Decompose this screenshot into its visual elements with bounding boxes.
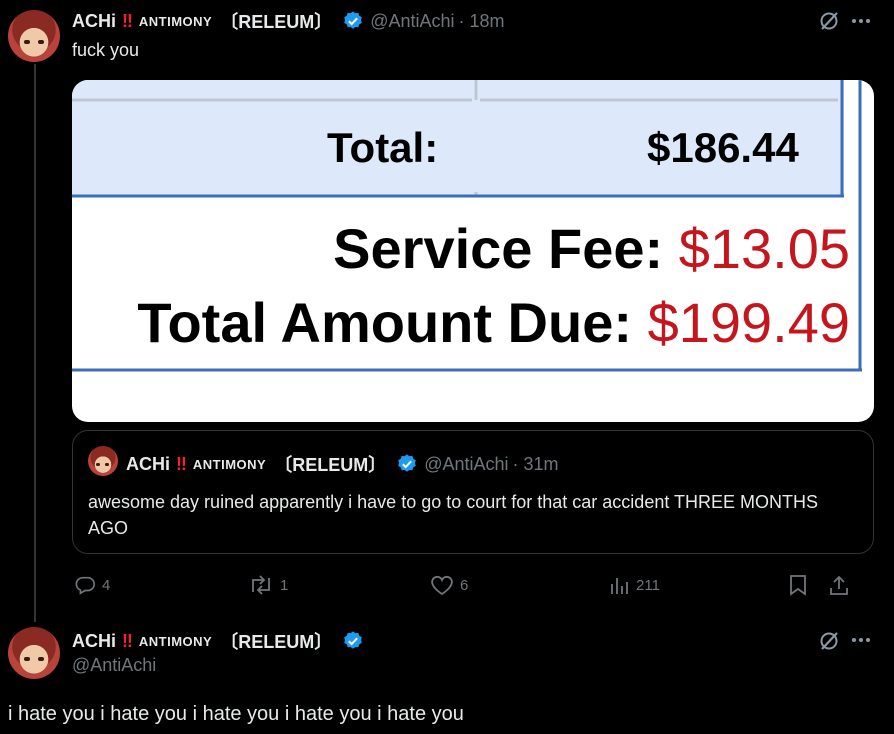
tweet-text: i hate you i hate you i hate you i hate …: [8, 703, 464, 725]
quote-handle: @AntiAchi: [424, 453, 509, 474]
more-icon[interactable]: [850, 633, 872, 647]
receipt-total-value: $186.44: [647, 124, 799, 171]
name-suffix: 〔RELEUM〕: [220, 632, 333, 652]
quote-name-suffix: 〔RELEUM〕: [274, 455, 387, 475]
grok-icon[interactable]: [818, 10, 840, 32]
receipt-total-label: Total:: [327, 124, 439, 171]
quote-display-name: ACHi: [126, 453, 170, 474]
quote-header: ACHi ‼ ANTIMONY 〔RELEUM〕 @AntiAchi · 31m: [126, 451, 559, 477]
service-fee-value: $13.05: [678, 217, 850, 280]
reply-count: 4: [102, 576, 111, 594]
quote-timestamp: · 31m: [512, 453, 559, 474]
verified-badge-icon[interactable]: [342, 10, 364, 32]
reply-button[interactable]: 4: [74, 574, 110, 596]
name-tag: ANTIMONY: [138, 13, 213, 29]
quote-text: awesome day ruined apparently i have to …: [88, 492, 819, 538]
repost-button[interactable]: 1: [248, 574, 288, 596]
receipt-service-fee: Service Fee: $13.05: [333, 216, 850, 281]
views-icon: [611, 578, 628, 594]
views-count: 211: [636, 576, 660, 594]
amount-due-value: $199.49: [647, 291, 850, 354]
name-suffix: 〔RELEUM〕: [220, 12, 333, 32]
avatar[interactable]: [8, 10, 60, 62]
receipt-amount-due: Total Amount Due: $199.49: [137, 290, 850, 355]
tweet-header: ACHi ‼ ANTIMONY 〔RELEUM〕: [72, 628, 364, 654]
double-exclamation-emoji: ‼: [122, 10, 133, 31]
reply-icon: [75, 576, 95, 595]
tweet-media-image[interactable]: Total: $186.44 Service Fee: $13.05 Total…: [72, 80, 874, 422]
verified-badge-icon[interactable]: [342, 630, 364, 652]
tweet-header: ACHi ‼ ANTIMONY 〔RELEUM〕 @AntiAchi · 18m: [72, 8, 505, 34]
bookmark-icon[interactable]: [788, 574, 808, 596]
quote-avatar: [88, 446, 118, 476]
verified-badge-icon: [398, 454, 417, 472]
display-name[interactable]: ACHi: [72, 631, 116, 652]
double-exclamation-emoji: ‼: [122, 630, 133, 651]
repost-icon: [252, 575, 270, 595]
grok-icon[interactable]: [818, 630, 840, 652]
repost-count: 1: [280, 576, 289, 594]
handle[interactable]: @AntiAchi: [370, 11, 454, 32]
like-count: 6: [460, 576, 469, 594]
service-fee-label: Service Fee:: [333, 217, 664, 280]
display-name[interactable]: ACHi: [72, 11, 116, 32]
heart-icon: [431, 575, 453, 596]
amount-due-label: Total Amount Due:: [137, 291, 632, 354]
quoted-tweet[interactable]: ACHi ‼ ANTIMONY 〔RELEUM〕 @AntiAchi · 31m…: [72, 430, 874, 554]
like-button[interactable]: 6: [430, 574, 468, 596]
views-button[interactable]: 211: [608, 574, 660, 596]
tweet-text: fuck you: [72, 40, 140, 60]
more-icon[interactable]: [850, 14, 872, 28]
handle[interactable]: @AntiAchi: [72, 655, 156, 676]
name-tag: ANTIMONY: [138, 633, 213, 649]
thread-line: [34, 64, 36, 622]
quote-name-tag: ANTIMONY: [192, 456, 267, 472]
timestamp[interactable]: · 18m: [459, 11, 505, 32]
avatar[interactable]: [8, 627, 60, 679]
share-icon[interactable]: [828, 574, 850, 596]
double-exclamation-emoji: ‼: [176, 453, 187, 474]
